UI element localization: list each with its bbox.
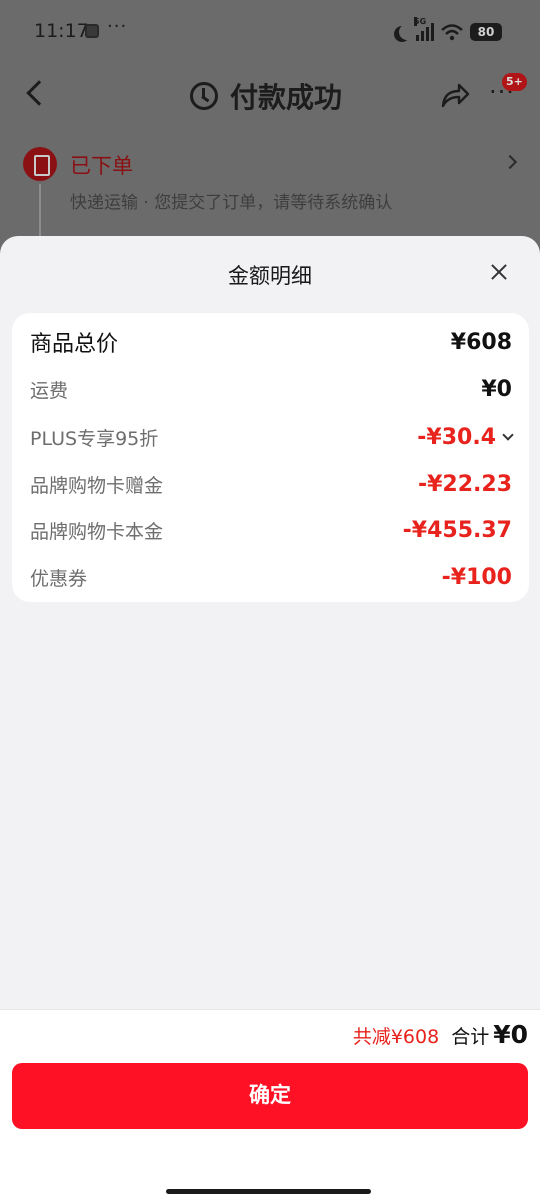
chevron-down-icon[interactable] bbox=[502, 429, 514, 441]
status-bar: 11:17 ··· 5G 80 bbox=[0, 0, 540, 64]
footer-bar: 共减¥608 合计 ¥0 确定 bbox=[0, 1009, 540, 1201]
order-status-description: 快递运输 · 您提交了订单，请等待系统确认 bbox=[70, 193, 393, 213]
nav-title-group: 付款成功 bbox=[190, 76, 342, 116]
clock-icon bbox=[190, 82, 218, 110]
row-value: -¥455.37 bbox=[402, 517, 512, 543]
row-label: 优惠券 bbox=[30, 567, 88, 590]
row-gift-card-bonus: 品牌购物卡赠金 -¥22.23 bbox=[30, 469, 512, 499]
row-shipping-fee: 运费 ¥0 bbox=[30, 374, 512, 404]
back-icon[interactable] bbox=[26, 80, 52, 106]
row-label: PLUS专享95折 bbox=[30, 427, 159, 450]
row-label: 品牌购物卡赠金 bbox=[30, 474, 164, 497]
row-label: 运费 bbox=[30, 379, 69, 402]
amount-detail-card: 商品总价 ¥608 运费 ¥0 PLUS专享95折 -¥30.4 品牌购物卡赠金… bbox=[12, 313, 529, 602]
total-label: 合计 bbox=[451, 1026, 490, 1048]
chevron-right-icon bbox=[502, 154, 518, 170]
more-notifications-icon: ··· bbox=[107, 16, 128, 37]
row-gift-card-principal: 品牌购物卡本金 -¥455.37 bbox=[30, 515, 512, 545]
row-value: ¥0 bbox=[481, 376, 512, 402]
close-icon[interactable] bbox=[487, 260, 511, 284]
row-value: -¥22.23 bbox=[417, 471, 512, 497]
network-type: 5G bbox=[414, 17, 427, 26]
signal-icon: 5G bbox=[414, 17, 434, 41]
row-value-group: -¥30.4 bbox=[417, 424, 514, 450]
home-indicator[interactable] bbox=[166, 1189, 371, 1194]
nav-bar: 付款成功 ··· 5+ bbox=[0, 64, 540, 128]
timeline-line bbox=[39, 184, 41, 244]
total-reduced: 共减¥608 bbox=[352, 1026, 440, 1048]
order-status-title: 已下单 bbox=[70, 154, 133, 178]
row-coupon: 优惠券 -¥100 bbox=[30, 562, 512, 592]
share-icon[interactable] bbox=[440, 82, 470, 108]
order-document-icon bbox=[23, 147, 57, 181]
app-notification-icon bbox=[85, 24, 99, 38]
row-value: -¥100 bbox=[441, 564, 512, 590]
order-status-card[interactable]: 已下单 快递运输 · 您提交了订单，请等待系统确认 bbox=[0, 140, 540, 250]
wifi-icon bbox=[441, 24, 463, 41]
total-value: ¥0 bbox=[493, 1020, 528, 1049]
status-time: 11:17 bbox=[34, 20, 89, 42]
row-label: 商品总价 bbox=[30, 332, 119, 357]
battery-indicator: 80 bbox=[470, 23, 502, 41]
price-summary: 共减¥608 合计 ¥0 bbox=[353, 1020, 528, 1049]
background-page: 11:17 ··· 5G 80 付款成功 ··· 5+ 已下单 快递运输 · 您… bbox=[0, 0, 540, 260]
row-plus-discount[interactable]: PLUS专享95折 -¥30.4 bbox=[30, 422, 514, 452]
status-icons: 5G 80 bbox=[394, 17, 502, 43]
sheet-title: 金额明细 bbox=[228, 264, 312, 288]
moon-icon bbox=[399, 24, 415, 40]
message-badge: 5+ bbox=[502, 73, 527, 91]
row-value: -¥30.4 bbox=[417, 424, 496, 450]
row-goods-total: 商品总价 ¥608 bbox=[30, 327, 512, 358]
row-label: 品牌购物卡本金 bbox=[30, 520, 164, 543]
confirm-button[interactable]: 确定 bbox=[12, 1063, 528, 1129]
row-value: ¥608 bbox=[450, 329, 512, 355]
page-title: 付款成功 bbox=[230, 81, 343, 114]
